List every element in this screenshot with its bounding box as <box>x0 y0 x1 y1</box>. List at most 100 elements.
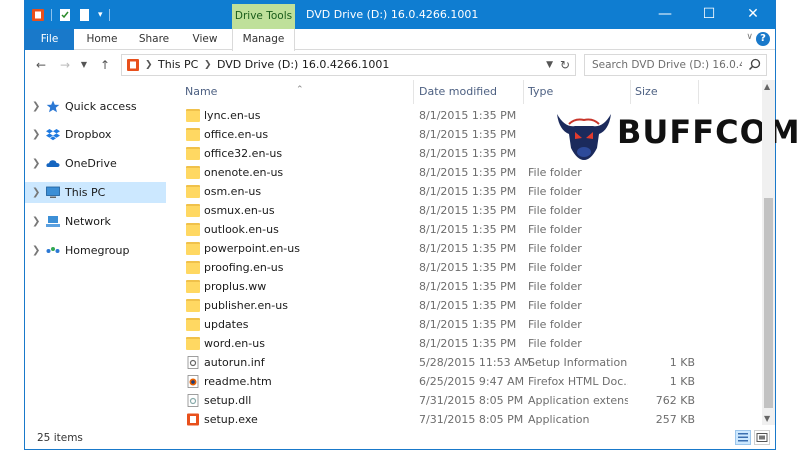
breadcrumb-chevron-icon[interactable]: ❯ <box>145 55 153 75</box>
file-row[interactable]: proplus.ww 8/1/2015 1:35 PM File folder <box>181 277 763 296</box>
customize-qat-icon[interactable]: ▾ <box>98 10 103 20</box>
maximize-button[interactable]: ☐ <box>687 0 731 29</box>
column-header-size[interactable]: Size <box>635 80 695 104</box>
tab-view[interactable]: View <box>181 29 229 50</box>
file-size: 762 KB <box>655 394 695 407</box>
file-name: setup.dll <box>204 394 252 407</box>
file-row[interactable]: publisher.en-us 8/1/2015 1:35 PM File fold… <box>181 296 763 315</box>
sort-ascending-icon: ⌃ <box>296 85 304 95</box>
address-bar[interactable]: ❯ This PC ❯ DVD Drive (D:) 16.0.4266.100… <box>121 54 576 76</box>
expand-ribbon-icon[interactable]: ∨ <box>746 32 753 42</box>
column-divider[interactable] <box>523 80 524 104</box>
nav-label: This PC <box>65 186 106 199</box>
back-arrow-icon[interactable]: ← <box>31 56 51 74</box>
column-header-name[interactable]: Name ⌃ <box>185 80 415 104</box>
column-divider[interactable] <box>698 80 699 104</box>
file-date: 8/1/2015 1:35 PM <box>419 185 517 198</box>
folder-icon <box>186 223 200 236</box>
file-name: outlook.en-us <box>204 223 279 236</box>
file-name: osm.en-us <box>204 185 262 198</box>
column-divider[interactable] <box>630 80 631 104</box>
explorer-window: ▾ Drive Tools DVD Drive (D:) 16.0.4266.1… <box>24 0 800 450</box>
breadcrumb-dvd-drive[interactable]: DVD Drive (D:) 16.0.4266.1001 <box>217 55 389 75</box>
details-view-button[interactable] <box>735 430 751 445</box>
file-type: File folder <box>528 299 582 312</box>
column-header-date[interactable]: Date modified <box>419 80 523 104</box>
scroll-down-icon[interactable]: ▼ <box>764 414 770 423</box>
close-button[interactable]: ✕ <box>731 0 775 29</box>
address-dropdown-icon[interactable]: ▼ <box>546 55 553 75</box>
file-row[interactable]: word.en-us 8/1/2015 1:35 PM File folder <box>181 334 763 353</box>
file-date: 7/31/2015 8:05 PM <box>419 394 524 407</box>
file-row[interactable]: updates 8/1/2015 1:35 PM File folder <box>181 315 763 334</box>
vertical-scrollbar[interactable]: ▲ ▼ <box>762 80 775 425</box>
new-folder-icon[interactable] <box>78 8 92 22</box>
window-title: DVD Drive (D:) 16.0.4266.1001 <box>306 8 479 21</box>
column-divider[interactable] <box>413 80 414 104</box>
file-name: autorun.inf <box>204 356 265 369</box>
file-name: office.en-us <box>204 128 269 141</box>
folder-icon <box>186 128 200 141</box>
folder-icon <box>186 242 200 255</box>
file-date: 8/1/2015 1:35 PM <box>419 204 517 217</box>
nav-item-quick-access[interactable]: ❯ Quick access <box>25 96 166 117</box>
tab-manage[interactable]: Manage <box>232 29 295 51</box>
file-date: 8/1/2015 1:35 PM <box>419 318 517 331</box>
search-box[interactable]: Search DVD Drive (D:) 16.0.426... <box>584 54 767 76</box>
forward-arrow-icon[interactable]: → <box>55 56 75 74</box>
recent-locations-icon[interactable]: ▼ <box>77 56 91 74</box>
nav-item-onedrive[interactable]: ❯ OneDrive <box>25 153 166 174</box>
expand-chevron-icon[interactable]: ❯ <box>32 153 40 174</box>
scroll-thumb[interactable] <box>764 198 773 408</box>
dropbox-icon <box>46 129 60 141</box>
file-name: publisher.en-us <box>204 299 288 312</box>
tab-home[interactable]: Home <box>77 29 127 50</box>
file-name: proplus.ww <box>204 280 267 293</box>
nav-label: Homegroup <box>65 244 130 257</box>
file-type: File folder <box>528 242 582 255</box>
expand-chevron-icon[interactable]: ❯ <box>32 182 40 203</box>
search-icon[interactable] <box>748 58 761 71</box>
refresh-icon[interactable]: ↻ <box>560 55 570 75</box>
file-date: 6/25/2015 9:47 AM <box>419 375 525 388</box>
minimize-button[interactable]: — <box>643 0 687 29</box>
file-row[interactable]: powerpoint.en-us 8/1/2015 1:35 PM File fol… <box>181 239 763 258</box>
file-date: 8/1/2015 1:35 PM <box>419 147 517 160</box>
title-bar: ▾ Drive Tools DVD Drive (D:) 16.0.4266.1… <box>25 0 775 29</box>
help-icon[interactable]: ? <box>756 32 770 46</box>
file-size: 1 KB <box>669 356 695 369</box>
folder-icon <box>186 318 200 331</box>
expand-chevron-icon[interactable]: ❯ <box>32 124 40 145</box>
file-row[interactable]: setup.dll 7/31/2015 8:05 PM Application ex… <box>181 391 763 410</box>
file-row[interactable]: readme.htm 6/25/2015 9:47 AM Firefox HTML … <box>181 372 763 391</box>
file-row[interactable]: proofing.en-us 8/1/2015 1:35 PM File folde… <box>181 258 763 277</box>
firefox-document-icon <box>187 375 199 388</box>
breadcrumb-this-pc[interactable]: This PC <box>158 55 198 75</box>
nav-item-dropbox[interactable]: ❯ Dropbox <box>25 124 166 145</box>
nav-item-network[interactable]: ❯ Network <box>25 211 166 232</box>
file-row[interactable]: osmux.en-us 8/1/2015 1:35 PM File folder <box>181 201 763 220</box>
file-name: word.en-us <box>204 337 265 350</box>
nav-item-homegroup[interactable]: ❯ Homegroup <box>25 240 166 261</box>
file-row[interactable]: outlook.en-us 8/1/2015 1:35 PM File folder <box>181 220 763 239</box>
folder-icon <box>186 185 200 198</box>
tab-file[interactable]: File <box>25 29 74 50</box>
properties-icon[interactable] <box>58 8 72 22</box>
file-row[interactable]: autorun.inf 5/28/2015 11:53 AM Setup Infor… <box>181 353 763 372</box>
breadcrumb-chevron-icon[interactable]: ❯ <box>204 55 212 75</box>
up-arrow-icon[interactable]: ↑ <box>95 56 115 74</box>
expand-chevron-icon[interactable]: ❯ <box>32 211 40 232</box>
expand-chevron-icon[interactable]: ❯ <box>32 240 40 261</box>
file-type: Application extens... <box>528 394 628 407</box>
drive-tools-context-tab[interactable]: Drive Tools <box>232 4 295 29</box>
column-header-type[interactable]: Type <box>528 80 628 104</box>
tab-share[interactable]: Share <box>129 29 179 50</box>
scroll-up-icon[interactable]: ▲ <box>764 82 770 91</box>
file-row[interactable]: osm.en-us 8/1/2015 1:35 PM File folder <box>181 182 763 201</box>
computer-icon <box>46 186 60 198</box>
nav-item-this-pc[interactable]: ❯ This PC <box>25 182 166 203</box>
file-name: osmux.en-us <box>204 204 275 217</box>
large-icons-view-button[interactable] <box>754 430 770 445</box>
search-placeholder[interactable]: Search DVD Drive (D:) 16.0.426... <box>592 55 742 75</box>
expand-chevron-icon[interactable]: ❯ <box>32 96 40 117</box>
